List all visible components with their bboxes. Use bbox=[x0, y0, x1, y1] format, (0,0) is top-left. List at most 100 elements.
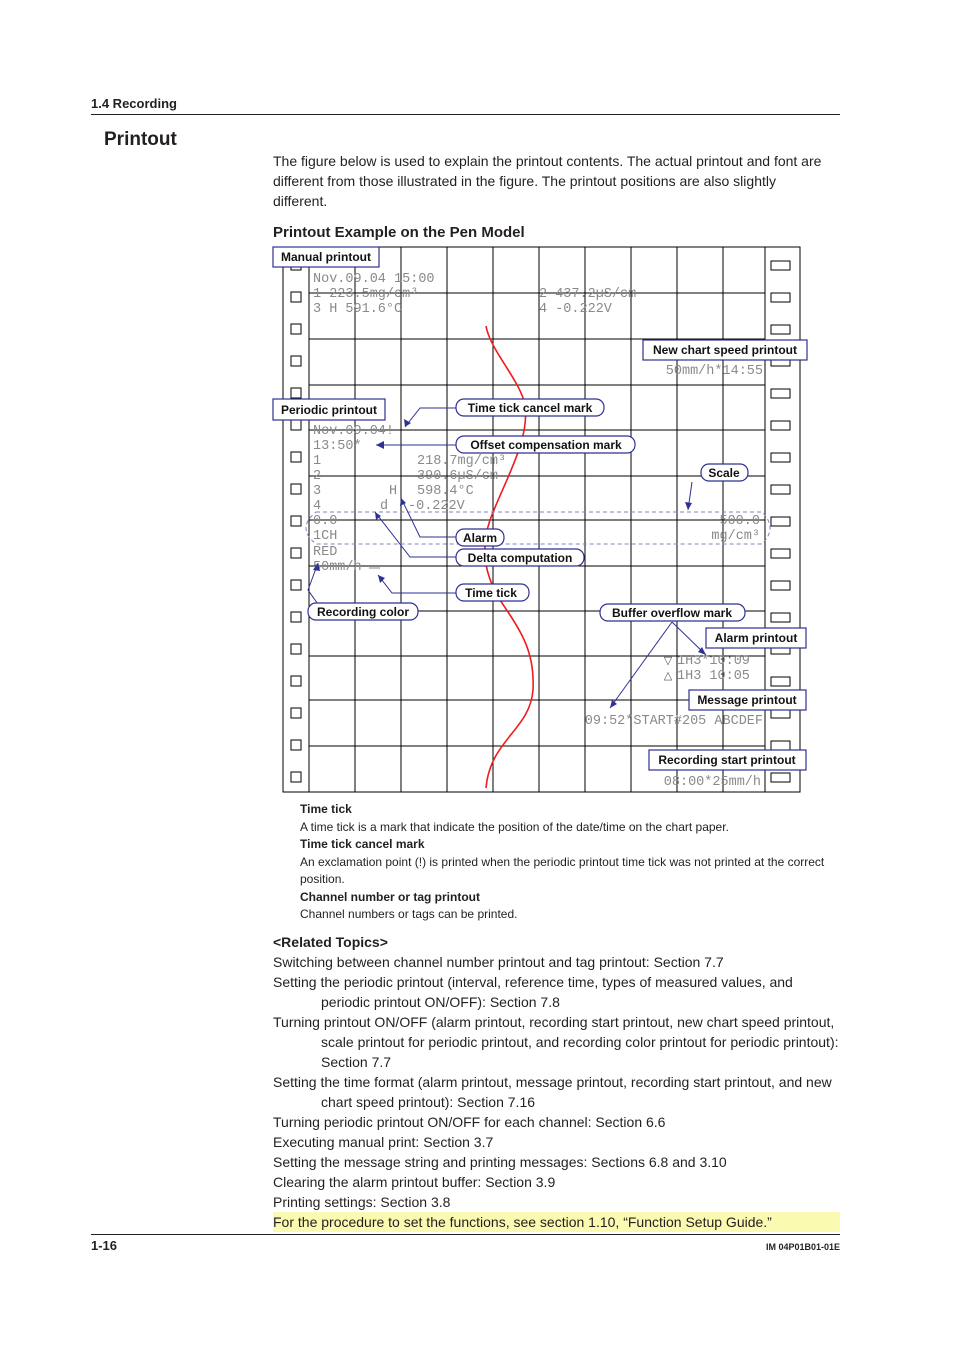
svg-text:Time tick: Time tick bbox=[465, 586, 517, 600]
manual-printout-ch3: 3 H 591.6°C bbox=[313, 302, 402, 317]
sprocket-hole-right bbox=[770, 740, 791, 751]
note-desc: Channel numbers or tags can be printed. bbox=[300, 907, 518, 921]
recording-start-text: 08:00*25mm/h bbox=[664, 775, 761, 790]
manual-printout-ch1: 1 223.5mg/cm³ bbox=[313, 287, 418, 302]
sprocket-hole-left bbox=[290, 675, 302, 687]
manual-printout-ch4: 4 -0.222V bbox=[539, 302, 613, 317]
sprocket-hole-left bbox=[290, 771, 302, 783]
callout-recording-start-printout: Recording start printout bbox=[648, 749, 807, 771]
sprocket-hole-left bbox=[290, 643, 302, 655]
svg-text:Alarm printout: Alarm printout bbox=[715, 631, 798, 645]
callout-scale: Scale bbox=[700, 463, 749, 482]
periodic-ch: 4 bbox=[313, 499, 321, 514]
callout-delta-computation: Delta computation bbox=[455, 548, 585, 567]
related-topic-item: Executing manual print: Section 3.7 bbox=[273, 1134, 494, 1150]
sprocket-hole-right bbox=[770, 676, 791, 687]
related-topics: <Related Topics> Switching between chann… bbox=[273, 932, 840, 1232]
callout-message-printout: Message printout bbox=[688, 689, 807, 711]
sprocket-hole-right bbox=[770, 292, 791, 303]
scale-channel: 1CH bbox=[313, 529, 337, 544]
sprocket-hole-left bbox=[290, 387, 302, 399]
svg-text:Offset compensation mark: Offset compensation mark bbox=[470, 438, 622, 452]
footer-rule bbox=[91, 1234, 840, 1235]
function-setup-guide-note: For the procedure to set the functions, … bbox=[273, 1212, 840, 1232]
svg-text:Alarm: Alarm bbox=[463, 531, 497, 545]
periodic-date: Nov.09.04! bbox=[313, 424, 394, 439]
sprocket-hole-left bbox=[290, 579, 302, 591]
svg-text:Buffer overflow mark: Buffer overflow mark bbox=[612, 606, 732, 620]
message-printout-text: 09:52*START#205 ABCDEF bbox=[585, 714, 763, 729]
sprocket-hole-right bbox=[770, 260, 791, 271]
sprocket-hole-right bbox=[770, 324, 791, 335]
callout-buffer-overflow-mark: Buffer overflow mark bbox=[599, 603, 746, 622]
sprocket-hole-left bbox=[290, 323, 302, 335]
periodic-flag: H bbox=[389, 484, 397, 499]
svg-text:Scale: Scale bbox=[708, 466, 740, 480]
related-topic-item: Switching between channel number printou… bbox=[273, 954, 724, 970]
related-topic-item: Setting the periodic printout (interval,… bbox=[273, 974, 793, 1010]
callout-time-tick: Time tick bbox=[455, 583, 530, 602]
sprocket-hole-right bbox=[770, 548, 791, 559]
sprocket-hole-right bbox=[770, 452, 791, 463]
sprocket-hole-right bbox=[770, 420, 791, 431]
callout-alarm-printout: Alarm printout bbox=[705, 627, 807, 649]
sprocket-hole-right bbox=[770, 612, 791, 623]
note-desc: A time tick is a mark that indicate the … bbox=[300, 819, 729, 834]
periodic-flag: d bbox=[380, 499, 388, 514]
manual-printout-ch2: 2 437.2µS/cm bbox=[539, 287, 636, 302]
sprocket-hole-left bbox=[290, 355, 302, 367]
sprocket-hole-left bbox=[290, 419, 302, 431]
callout-new-chart-speed-printout: New chart speed printout bbox=[642, 339, 808, 361]
sprocket-hole-left bbox=[290, 707, 302, 719]
svg-text:Time tick cancel mark: Time tick cancel mark bbox=[468, 401, 593, 415]
periodic-value: 598.4°C bbox=[417, 484, 474, 499]
alarm-printout-line1: 1H3*10:09 bbox=[677, 654, 750, 669]
sprocket-hole-left bbox=[290, 547, 302, 559]
callout-offset-compensation-mark: Offset compensation mark bbox=[455, 435, 636, 454]
related-topic-item: Turning printout ON/OFF (alarm printout,… bbox=[273, 1014, 839, 1070]
recording-color-text: RED bbox=[313, 545, 337, 560]
related-topic-item: Turning periodic printout ON/OFF for eac… bbox=[273, 1114, 666, 1130]
periodic-ch: 3 bbox=[313, 484, 321, 499]
note-desc: An exclamation point (!) is printed when… bbox=[300, 854, 825, 887]
related-topics-heading: <Related Topics> bbox=[273, 934, 388, 950]
document-id: IM 04P01B01-01E bbox=[765, 1242, 840, 1252]
new-chart-speed-text: 50mm/h*14:55 bbox=[666, 364, 763, 379]
sprocket-hole-right bbox=[770, 580, 791, 591]
svg-text:Periodic printout: Periodic printout bbox=[281, 403, 377, 417]
callout-time-tick-cancel-mark: Time tick cancel mark bbox=[455, 398, 605, 417]
periodic-time: 13:50* bbox=[313, 439, 362, 454]
related-topic-item: Setting the message string and printing … bbox=[273, 1154, 727, 1170]
alarm-printout-line2: 1H3 10:05 bbox=[677, 669, 750, 684]
periodic-value: 390.6µS/cm bbox=[417, 469, 498, 484]
svg-text:Recording start printout: Recording start printout bbox=[658, 753, 795, 767]
callout-alarm: Alarm bbox=[455, 528, 505, 547]
note-term: Time tick bbox=[300, 802, 352, 816]
alarm-off-icon: ▽ bbox=[664, 655, 673, 667]
svg-text:Manual printout: Manual printout bbox=[281, 250, 371, 264]
svg-text:Recording color: Recording color bbox=[317, 605, 409, 619]
scale-low: 0.0 bbox=[313, 514, 337, 529]
related-topic-item: Setting the time format (alarm printout,… bbox=[273, 1074, 832, 1110]
svg-text:Message printout: Message printout bbox=[697, 693, 796, 707]
sprocket-hole-left bbox=[290, 739, 302, 751]
periodic-value: 218.7mg/cm³ bbox=[417, 454, 506, 469]
svg-text:New chart speed printout: New chart speed printout bbox=[653, 343, 797, 357]
callout-periodic-printout: Periodic printout bbox=[272, 398, 386, 421]
page-number: 1-16 bbox=[91, 1238, 118, 1253]
periodic-ch: 1 bbox=[313, 454, 321, 469]
sprocket-hole-right bbox=[770, 388, 791, 399]
callout-recording-color: Recording color bbox=[307, 602, 419, 621]
sprocket-hole-right bbox=[770, 484, 791, 495]
scale-unit: mg/cm³ bbox=[711, 529, 760, 544]
sprocket-hole-left bbox=[290, 483, 302, 495]
periodic-chart-speed: 50mm/h bbox=[313, 560, 362, 575]
sprocket-hole-left bbox=[290, 515, 302, 527]
sprocket-hole-left bbox=[290, 611, 302, 623]
notes: Time tick A time tick is a mark that ind… bbox=[300, 801, 830, 924]
periodic-value: -0.222V bbox=[408, 499, 466, 514]
svg-text:Delta computation: Delta computation bbox=[468, 551, 573, 565]
sprocket-hole-left bbox=[290, 451, 302, 463]
note-term: Channel number or tag printout bbox=[300, 889, 480, 904]
related-topic-item: Clearing the alarm printout buffer: Sect… bbox=[273, 1174, 556, 1190]
